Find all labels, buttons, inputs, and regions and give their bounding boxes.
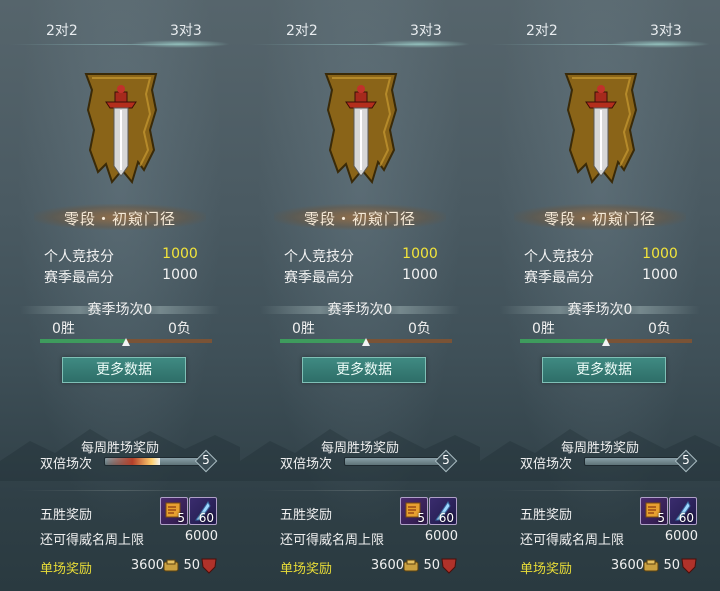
scroll-icon[interactable]: 5: [400, 497, 428, 525]
weekly-limit-value: 6000: [424, 529, 458, 544]
shield-icon: [681, 558, 697, 574]
double-matches-label: 双倍场次: [520, 457, 573, 472]
losses-count: 0负: [168, 321, 191, 337]
season-matches: 赛季场次0: [327, 302, 393, 318]
single-match-reward-label: 单场奖励: [40, 562, 93, 577]
feather-count: 60: [198, 511, 214, 525]
weekly-limit-label: 还可得威名周上限: [40, 533, 145, 548]
single-shields-value: 50: [183, 558, 200, 573]
losses-count: 0负: [408, 321, 431, 337]
reward-divider: [20, 490, 220, 491]
double-matches-label: 双倍场次: [40, 457, 93, 472]
mode-tabs: 2对2 3对3: [480, 18, 720, 48]
win-ratio-marker: [362, 338, 370, 346]
shield-icon: [201, 558, 217, 574]
single-match-reward-label: 单场奖励: [280, 562, 333, 577]
season-high-label: 赛季最高分: [284, 270, 354, 286]
double-count: 5: [442, 453, 450, 467]
season-matches: 赛季场次0: [567, 302, 633, 318]
personal-score-label: 个人竞技分: [524, 249, 594, 265]
double-matches-bar: [344, 457, 446, 466]
more-data-button[interactable]: 更多数据: [302, 357, 426, 383]
shield-icon: [441, 558, 457, 574]
scroll-icon[interactable]: 5: [160, 497, 188, 525]
double-matches-bar: [584, 457, 686, 466]
rank-name: 零段・初窥门径: [543, 210, 656, 228]
feather-icon[interactable]: 60: [429, 497, 457, 525]
season-high-value: 1000: [402, 267, 438, 283]
weekly-limit-value: 6000: [184, 529, 218, 544]
season-high-value: 1000: [642, 267, 678, 283]
personal-score-value: 1000: [642, 246, 678, 262]
win-ratio-fill: [40, 339, 126, 343]
win-ratio-marker: [122, 338, 130, 346]
tab-2v2[interactable]: 2对2: [46, 20, 78, 40]
feather-icon[interactable]: 60: [669, 497, 697, 525]
tab-3v3[interactable]: 3对3: [170, 20, 202, 40]
season-high-label: 赛季最高分: [44, 270, 114, 286]
win-ratio-marker: [602, 338, 610, 346]
scroll-count: 5: [417, 511, 425, 525]
double-matches-fill: [105, 458, 160, 465]
active-tab-glow: [130, 40, 230, 48]
wins-count: 0胜: [52, 321, 75, 337]
personal-score-value: 1000: [162, 246, 198, 262]
tab-2v2[interactable]: 2对2: [286, 20, 318, 40]
five-win-reward-label: 五胜奖励: [520, 508, 573, 523]
single-coins-value: 3600: [130, 558, 164, 573]
active-tab-glow: [370, 40, 470, 48]
win-ratio-fill: [520, 339, 606, 343]
rank-emblem-sword-banner-icon: [324, 73, 398, 185]
arena-panel: 2对2 3对3 零段・初窥门径 个人竞技分 1000 赛季最高分 1000 赛季…: [0, 0, 241, 591]
scroll-count: 5: [177, 511, 185, 525]
single-coins-value: 3600: [610, 558, 644, 573]
rank-name: 零段・初窥门径: [303, 210, 416, 228]
five-win-reward-label: 五胜奖励: [280, 508, 333, 523]
arena-panel: 2对2 3对3 零段・初窥门径 个人竞技分 1000 赛季最高分 1000 赛季…: [480, 0, 720, 591]
personal-score-label: 个人竞技分: [284, 249, 354, 265]
tab-2v2[interactable]: 2对2: [526, 20, 558, 40]
season-matches: 赛季场次0: [87, 302, 153, 318]
wins-count: 0胜: [532, 321, 555, 337]
double-matches-bar: [104, 457, 206, 466]
active-tab-glow: [610, 40, 710, 48]
mode-tabs: 2对2 3对3: [240, 18, 480, 48]
wins-count: 0胜: [292, 321, 315, 337]
scroll-count: 5: [657, 511, 665, 525]
five-win-reward-label: 五胜奖励: [40, 508, 93, 523]
rank-emblem-sword-banner-icon: [564, 73, 638, 185]
mode-tabs: 2对2 3对3: [0, 18, 240, 48]
personal-score-label: 个人竞技分: [44, 249, 114, 265]
single-match-reward-label: 单场奖励: [520, 562, 573, 577]
feather-count: 60: [678, 511, 694, 525]
season-high-label: 赛季最高分: [524, 270, 594, 286]
weekly-limit-label: 还可得威名周上限: [520, 533, 625, 548]
losses-count: 0负: [648, 321, 671, 337]
scroll-icon[interactable]: 5: [640, 497, 668, 525]
single-coins-value: 3600: [370, 558, 404, 573]
win-ratio-fill: [280, 339, 366, 343]
reward-divider: [260, 490, 460, 491]
arena-panel: 2对2 3对3 零段・初窥门径 个人竞技分 1000 赛季最高分 1000 赛季…: [240, 0, 481, 591]
rank-name: 零段・初窥门径: [63, 210, 176, 228]
more-data-button[interactable]: 更多数据: [62, 357, 186, 383]
feather-count: 60: [438, 511, 454, 525]
personal-score-value: 1000: [402, 246, 438, 262]
weekly-limit-label: 还可得威名周上限: [280, 533, 385, 548]
weekly-limit-value: 6000: [664, 529, 698, 544]
tab-3v3[interactable]: 3对3: [650, 20, 682, 40]
double-count: 5: [682, 453, 690, 467]
rank-emblem-sword-banner-icon: [84, 73, 158, 185]
more-data-button[interactable]: 更多数据: [542, 357, 666, 383]
reward-divider: [500, 490, 700, 491]
double-count: 5: [202, 453, 210, 467]
tab-3v3[interactable]: 3对3: [410, 20, 442, 40]
single-shields-value: 50: [663, 558, 680, 573]
feather-icon[interactable]: 60: [189, 497, 217, 525]
single-shields-value: 50: [423, 558, 440, 573]
season-high-value: 1000: [162, 267, 198, 283]
double-matches-label: 双倍场次: [280, 457, 333, 472]
